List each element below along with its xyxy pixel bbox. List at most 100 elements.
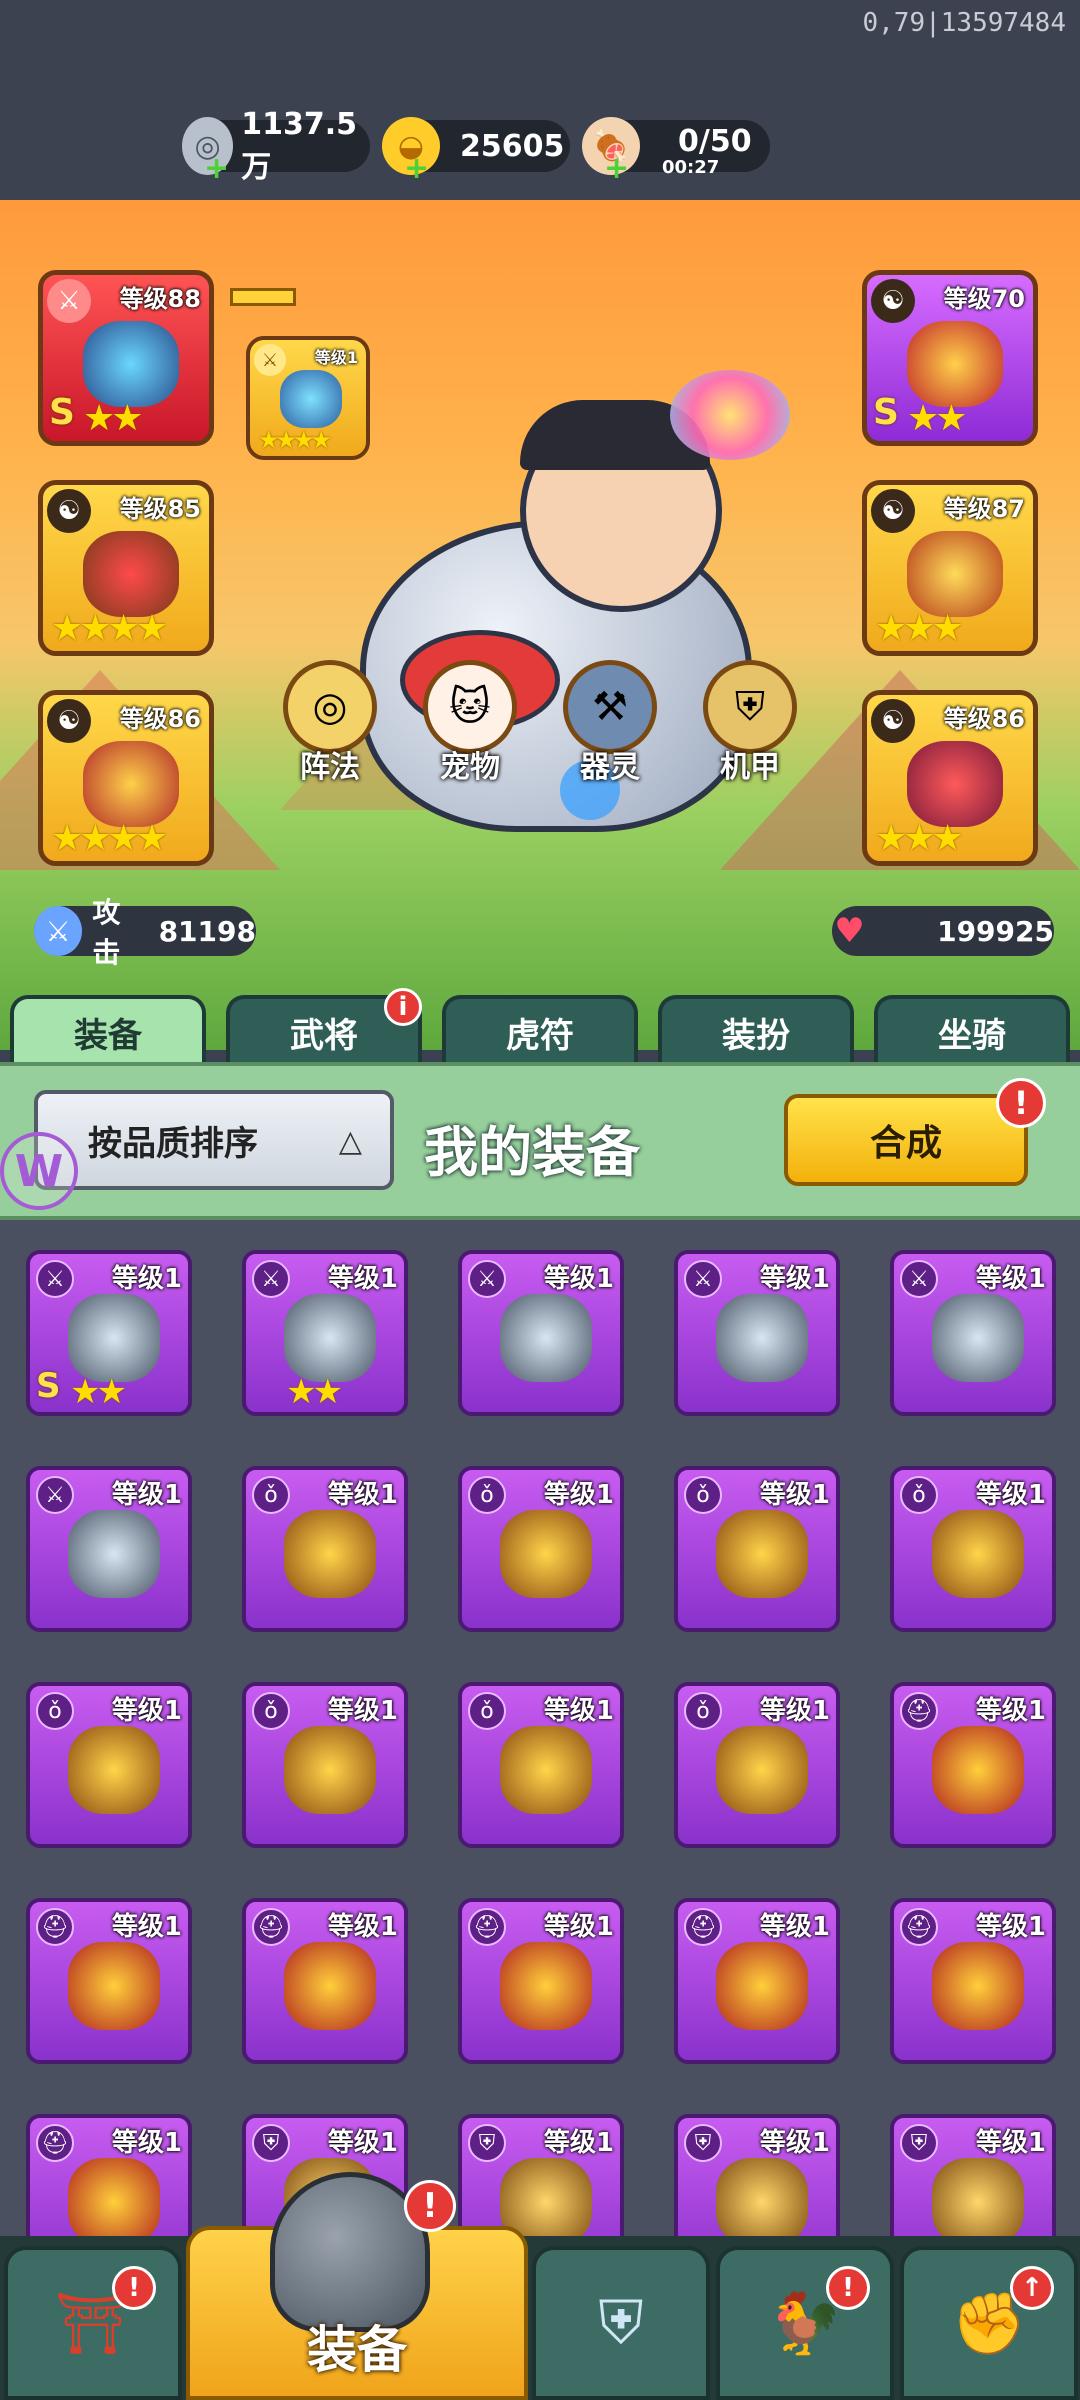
slot-stars: ★★ — [83, 398, 144, 439]
item-level: 等级1 — [759, 2128, 830, 2158]
formation-icon: ◎ — [283, 660, 377, 754]
slot-grade: S — [49, 392, 75, 433]
gold-value: 25605 — [460, 128, 565, 164]
nav-equipment-button[interactable]: 装备 — [186, 2172, 528, 2400]
item-level: 等级1 — [327, 1480, 398, 1510]
tab-equipment[interactable]: 装备 — [10, 995, 206, 1065]
equip-slot-amulet[interactable]: ☯ 等级85 ★★★★ — [38, 480, 214, 656]
yinyang-icon: ☯ — [871, 699, 915, 743]
item-level: 等级1 — [759, 1264, 830, 1294]
spear-icon — [83, 321, 179, 407]
equip-slot-boots[interactable]: ☯ 等级86 ★★★ — [862, 690, 1038, 866]
yinyang-icon: ☯ — [871, 489, 915, 533]
helmet-item-icon — [716, 1942, 808, 2030]
equip-slot-weapon[interactable]: ⚔ 等级88 S ★★ — [38, 270, 214, 446]
equip-slot-gauntlet[interactable]: ☯ 等级87 ★★★ — [862, 480, 1038, 656]
inventory-title: 我的装备 — [424, 1121, 640, 1184]
amulet-item-icon — [68, 1726, 160, 1814]
inventory-item[interactable]: ǒ 等级1 — [242, 1682, 408, 1848]
nav-gate-button[interactable]: ⛩ — [4, 2246, 182, 2400]
attack-value: 81198 — [158, 914, 256, 948]
weapon-category-icon: ⚔ — [252, 1260, 290, 1298]
inventory-item[interactable]: ǒ 等级1 — [458, 1682, 624, 1848]
pet-button[interactable]: 🐱 宠物 — [418, 660, 522, 786]
nav-equipment-label: 装备 — [307, 2321, 407, 2379]
formation-label: 阵法 — [300, 750, 360, 785]
inventory-grid: ⚔ 等级1 S ★★ ⚔ 等级1 ★★ ⚔ 等级1 ⚔ 等级1 ⚔ 等级1 ⚔ 等级1 ǒ 等级1 ǒ 等级1 ǒ 等级… — [0, 1220, 1080, 2250]
inventory-item[interactable]: ⚔ 等级1 — [26, 1466, 192, 1632]
item-level: 等级1 — [543, 1912, 614, 1942]
sort-dropdown[interactable]: 按品质排序 △ — [34, 1090, 394, 1190]
inventory-item[interactable]: ⛨ 等级1 — [890, 2114, 1056, 2250]
item-level: 等级1 — [975, 1264, 1046, 1294]
helmet-category-icon: ⛑ — [36, 2124, 74, 2162]
stamina-plus-icon[interactable]: + — [604, 151, 629, 186]
inventory-item[interactable]: ǒ 等级1 — [26, 1682, 192, 1848]
inventory-item[interactable]: ⛑ 等级1 — [890, 1682, 1056, 1848]
inventory-item[interactable]: ǒ 等级1 — [242, 1466, 408, 1632]
item-level: 等级1 — [759, 1912, 830, 1942]
inventory-item[interactable]: ⛑ 等级1 — [242, 1898, 408, 2064]
nav-rooster-button[interactable]: 🐓 — [716, 2246, 894, 2400]
tab-tiger-tally[interactable]: 虎符 — [442, 995, 638, 1065]
inventory-item[interactable]: ǒ 等级1 — [674, 1682, 840, 1848]
mecha-button[interactable]: ⛨ 机甲 — [698, 660, 802, 786]
chain-link — [230, 288, 296, 306]
inventory-item[interactable]: ⛑ 等级1 — [674, 1898, 840, 2064]
w-logo: W — [0, 1132, 78, 1210]
armor-category-icon: ⛨ — [252, 2124, 290, 2162]
linked-weapon-slot[interactable]: ⚔ 等级1 ★★★★ — [246, 336, 370, 460]
silver-plus-icon[interactable]: + — [204, 151, 229, 186]
inventory-item[interactable]: ⚔ 等级1 — [890, 1250, 1056, 1416]
inventory-item[interactable]: ⛨ 等级1 — [674, 2114, 840, 2250]
formation-button[interactable]: ◎ 阵法 — [278, 660, 382, 786]
stamina-resource[interactable]: 🍖 0/50 00:27 + — [582, 117, 770, 186]
nav-upgrade-button[interactable]: ✊ — [900, 2246, 1078, 2400]
helmet-category-icon: ⛑ — [900, 1908, 938, 1946]
item-level: 等级1 — [111, 2128, 182, 2158]
equip-slot-helmet[interactable]: ☯ 等级86 ★★★★ — [38, 690, 214, 866]
helmet-category-icon: ⛑ — [468, 1908, 506, 1946]
tab-outfit[interactable]: 装扮 — [658, 995, 854, 1065]
gold-resource[interactable]: ◒ 25605 + — [382, 117, 570, 186]
inventory-item[interactable]: ⛑ 等级1 — [458, 1898, 624, 2064]
gold-plus-icon[interactable]: + — [404, 151, 429, 186]
equip-slot-armor[interactable]: ☯ 等级70 S ★★ — [862, 270, 1038, 446]
inventory-item[interactable]: ⚔ 等级1 — [674, 1250, 840, 1416]
inventory-item[interactable]: ǒ 等级1 — [674, 1466, 840, 1632]
amulet-category-icon: ǒ — [684, 1476, 722, 1514]
silver-resource[interactable]: ◎ 1137.5万 + — [182, 107, 370, 186]
slot-stars: ★★ — [907, 398, 968, 439]
slot-level: 等级87 — [943, 495, 1025, 523]
spirit-button[interactable]: ⚒ 器灵 — [558, 660, 662, 786]
item-stars: ★★ — [286, 1372, 343, 1412]
tab-mount[interactable]: 坐骑 — [874, 995, 1070, 1065]
inventory-item[interactable]: ⚔ 等级1 S ★★ — [26, 1250, 192, 1416]
nav-shield-button[interactable]: ⛨ — [532, 2246, 710, 2400]
inventory-item[interactable]: ǒ 等级1 — [458, 1466, 624, 1632]
amulet-item-icon — [716, 1726, 808, 1814]
armor-category-icon: ⛨ — [468, 2124, 506, 2162]
lotus-icon — [670, 370, 790, 460]
inventory-item[interactable]: ⛑ 等级1 — [890, 1898, 1056, 2064]
slot-level: 等级86 — [119, 705, 201, 733]
stamina-value: 0/50 — [678, 123, 752, 159]
chevron-up-icon: △ — [338, 1124, 362, 1159]
slot-stars: ★★★ — [875, 608, 964, 649]
nav-rooster-badge: ! — [826, 2266, 870, 2310]
armor-icon — [907, 321, 1003, 407]
inventory-item[interactable]: ǒ 等级1 — [890, 1466, 1056, 1632]
craft-button[interactable]: 合成 — [784, 1094, 1028, 1186]
helmet-category-icon: ⛑ — [252, 1908, 290, 1946]
amulet-category-icon: ǒ — [684, 1692, 722, 1730]
item-level: 等级1 — [975, 1912, 1046, 1942]
item-level: 等级1 — [543, 1264, 614, 1294]
inventory-item[interactable]: ⚔ 等级1 — [458, 1250, 624, 1416]
inventory-item[interactable]: ⚔ 等级1 ★★ — [242, 1250, 408, 1416]
weapon-category-icon: ⚔ — [468, 1260, 506, 1298]
inventory-item[interactable]: ⛑ 等级1 — [26, 2114, 192, 2250]
slot-level: 等级88 — [119, 285, 201, 313]
inventory-item[interactable]: ⛑ 等级1 — [26, 1898, 192, 2064]
necklace-icon — [83, 531, 179, 617]
item-grade: S — [36, 1366, 61, 1406]
